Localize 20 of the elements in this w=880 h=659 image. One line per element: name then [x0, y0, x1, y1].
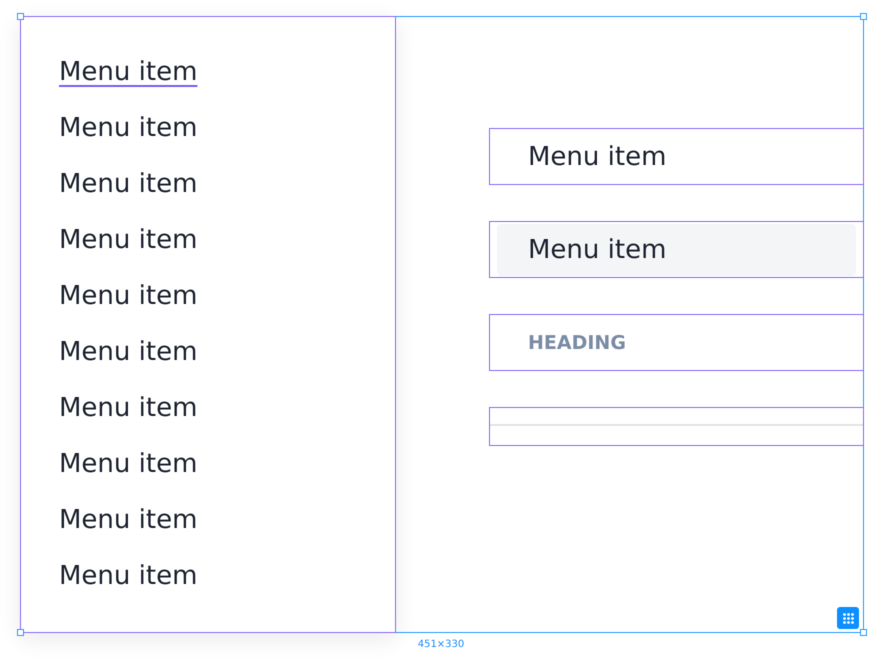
resize-handle[interactable] — [17, 13, 24, 20]
menu-item[interactable]: Menu item — [59, 224, 198, 256]
resize-handle[interactable] — [17, 629, 24, 636]
menu-item[interactable]: Menu item — [59, 336, 198, 368]
menu-item[interactable]: Menu item — [490, 129, 863, 184]
resize-handle[interactable] — [860, 629, 867, 636]
grid-button[interactable] — [837, 607, 859, 629]
menu-item[interactable]: Menu item — [59, 504, 198, 536]
menu-item[interactable]: Menu item — [59, 56, 198, 88]
menu-item[interactable]: Menu item — [59, 448, 198, 480]
menu-item[interactable]: Menu item — [59, 392, 198, 424]
resize-handle[interactable] — [860, 13, 867, 20]
menu-item[interactable]: Menu item — [497, 224, 856, 276]
menu-item[interactable]: Menu item — [59, 112, 198, 144]
menu-item[interactable]: Menu item — [59, 280, 198, 312]
grid-dots-icon — [842, 612, 854, 624]
menu-heading: HEADING — [528, 332, 626, 354]
menu-item[interactable]: Menu item — [59, 168, 198, 200]
menu-item[interactable]: Menu item — [59, 560, 198, 592]
frame-size-label: 451×330 — [418, 638, 464, 651]
